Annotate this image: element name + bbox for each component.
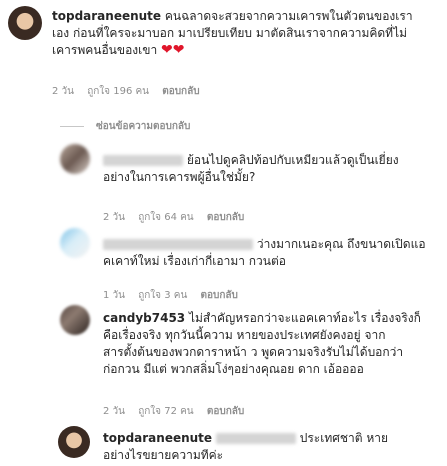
comment-text-line: คือเรื่องจริง ทุกวันนี้ความ หายของประเทศ… (103, 328, 386, 342)
comment-text-line: คเคาท์ใหม่ เรื่องเก่ากี่เอามา กวนต่อ (103, 254, 286, 268)
reply-button[interactable]: ตอบกลับ (207, 406, 244, 417)
avatar[interactable] (60, 305, 90, 335)
comment-text-line: เอง ก่อนที่ใครจะมาบอก มาเปรียบเทียบ มาตั… (52, 26, 408, 40)
timestamp: 2 วัน (103, 212, 125, 223)
comment-text-line: ไม่สำคัญหรอกว่าจะแอคเคาท์อะไร เรื่องจริง… (188, 311, 421, 325)
comment-text-line: คนฉลาดจะสวยจากความเคารพในตัวตนของเรา (164, 9, 413, 23)
heart-icon: ❤ (161, 42, 173, 58)
comment-text-line: ว่างมากเนอะคุณ ถึงขนาดเปิดแอ (256, 237, 426, 251)
like-count[interactable]: ถูกใจ 64 คน (138, 212, 193, 223)
main-comment: topdaraneenute คนฉลาดจะสวยจากความเคารพใน… (52, 8, 442, 59)
heart-icon: ❤ (172, 42, 185, 58)
reply-button[interactable]: ตอบกลับ (162, 86, 199, 97)
comment-text-line: เคารพคนอื่นของเขา (52, 43, 158, 57)
avatar[interactable] (60, 228, 90, 258)
reply-comment: ว่างมากเนอะคุณ ถึงขนาดเปิดแอ คเคาท์ใหม่ … (103, 236, 443, 270)
avatar[interactable] (60, 144, 90, 174)
comment-meta: 1 วัน ถูกใจ 3 คน ตอบกลับ (103, 288, 248, 303)
comment-text-line: สารตั้งต้นของพวกดาราหน้า ว พูดความจริงรั… (103, 345, 404, 359)
comment-text-line: ประเทศชาติ หาย (299, 431, 389, 445)
reply-comment: topdaraneenute ประเทศชาติ หาย อย่างไรขยา… (103, 430, 443, 464)
username[interactable]: topdaraneenute (103, 431, 212, 445)
timestamp: 2 วัน (52, 86, 74, 97)
comment-text-line: ก่อกวน มีแต่ พวกสลิ่มโง่ๆอย่างคุณอย ดาก … (103, 362, 364, 376)
blurred-username (103, 155, 183, 166)
comment-text-line: ย้อนไปดูคลิปท้อปกับเหมียวแล้วดูเป็นเยี่ย… (186, 153, 399, 167)
hide-replies-label[interactable]: ซ่อนข้อความตอบกลับ (96, 121, 190, 132)
blurred-username (215, 433, 296, 444)
reply-comment: candyb7453 ไม่สำคัญหรอกว่าจะแอคเคาท์อะไร… (103, 310, 443, 378)
divider (60, 125, 84, 127)
blurred-username (103, 239, 253, 250)
comment-meta: 2 วัน ถูกใจ 72 คน ตอบกลับ (103, 404, 254, 419)
comment-text-line: อย่างในการเคารพผู้อื่นใช่มั้ย? (103, 170, 256, 184)
timestamp: 1 วัน (103, 290, 125, 301)
username[interactable]: topdaraneenute (52, 9, 161, 23)
like-count[interactable]: ถูกใจ 3 คน (138, 290, 187, 301)
reply-comment: ย้อนไปดูคลิปท้อปกับเหมียวแล้วดูเป็นเยี่ย… (103, 152, 443, 186)
reply-button[interactable]: ตอบกลับ (207, 212, 244, 223)
comment-meta: 2 วัน ถูกใจ 64 คน ตอบกลับ (103, 210, 254, 225)
comment-meta: 2 วัน ถูกใจ 196 คน ตอบกลับ (52, 84, 210, 99)
avatar[interactable] (58, 426, 90, 458)
avatar[interactable] (8, 6, 42, 40)
comment-text-line: อย่างไรขยายความทีค่ะ (103, 448, 224, 462)
reply-button[interactable]: ตอบกลับ (200, 290, 237, 301)
timestamp: 2 วัน (103, 406, 125, 417)
hide-replies-toggle[interactable]: ซ่อนข้อความตอบกลับ (60, 119, 190, 134)
like-count[interactable]: ถูกใจ 72 คน (138, 406, 193, 417)
username[interactable]: candyb7453 (103, 311, 185, 325)
like-count[interactable]: ถูกใจ 196 คน (87, 86, 149, 97)
